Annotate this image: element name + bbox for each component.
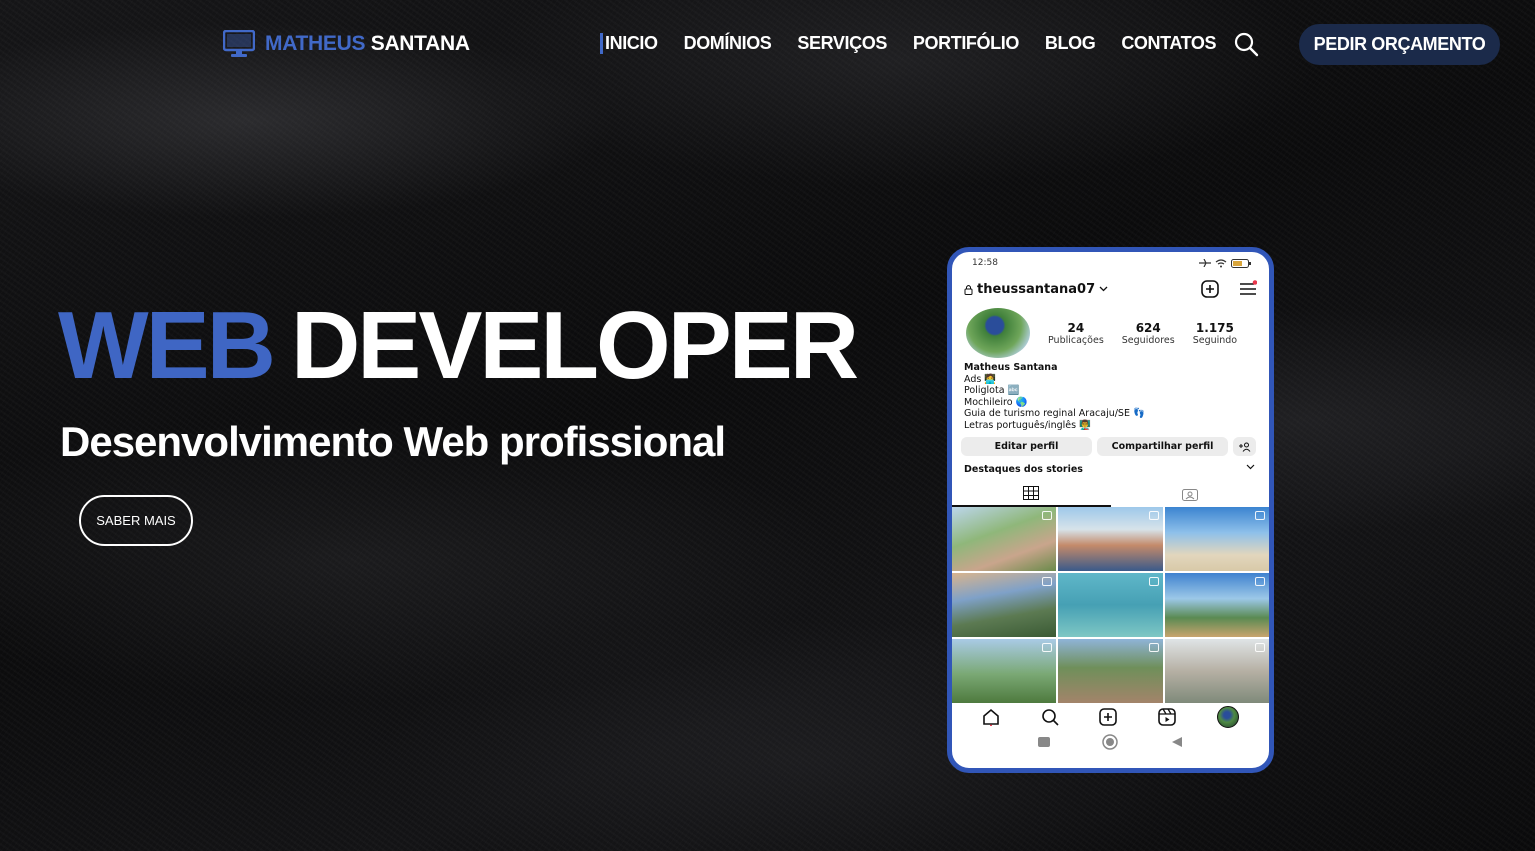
phone-profile-summary: 24 Publicações 624 Seguidores 1.175 Seguind… [952, 304, 1269, 358]
stat-followers[interactable]: 624 Seguidores [1122, 321, 1175, 346]
profile-tabs [952, 481, 1269, 507]
bio-line: Mochileiro 🌎 [964, 396, 1028, 408]
hero-title-accent: WEB [58, 292, 276, 399]
stat-value: 1.175 [1195, 320, 1234, 335]
nav-item-inicio[interactable]: INICIO [600, 33, 658, 54]
home-icon[interactable] [982, 708, 1000, 726]
stat-label: Seguindo [1192, 334, 1238, 346]
photo-thumbnail[interactable] [1058, 507, 1163, 571]
stat-label: Seguidores [1121, 334, 1175, 346]
tab-posts-grid[interactable] [952, 481, 1111, 507]
profile-actions: Editar perfil Compartilhar perfil [952, 431, 1269, 456]
battery-icon [1231, 258, 1251, 268]
logo-first-name: MATHEUS [265, 32, 366, 55]
photo-grid [952, 507, 1269, 703]
home-button-icon[interactable] [1102, 734, 1119, 750]
stat-value: 24 [1067, 320, 1085, 335]
request-quote-button[interactable]: PEDIR ORÇAMENTO [1299, 24, 1500, 65]
phone-profile-header: theussantana07 [952, 274, 1269, 304]
profile-avatar-tab[interactable] [1216, 706, 1239, 728]
share-profile-button[interactable]: Compartilhar perfil [1097, 437, 1228, 456]
edit-profile-button[interactable]: Editar perfil [961, 437, 1092, 456]
phone-username: theussantana07 [977, 281, 1096, 297]
bio-line: Poliglota 🔤 [964, 385, 1020, 396]
stat-posts[interactable]: 24 Publicações [1048, 321, 1104, 346]
chevron-down-icon [1246, 464, 1255, 470]
phone-mockup: 12:58 theussantana07 24 Publicações 624 Se… [947, 247, 1274, 773]
photo-thumbnail[interactable] [1058, 573, 1163, 637]
phone-username-row[interactable]: theussantana07 [964, 282, 1108, 297]
search-icon[interactable] [1041, 708, 1059, 726]
nav-item-portifolio[interactable]: PORTIFÓLIO [913, 33, 1019, 54]
photo-thumbnail[interactable] [952, 573, 1057, 637]
create-post-icon[interactable] [1099, 708, 1118, 726]
photo-thumbnail[interactable] [1164, 573, 1269, 637]
highlights-label: Destaques dos stories [964, 464, 1083, 475]
stat-value: 624 [1135, 320, 1161, 335]
bio-line: Letras português/inglês 👨‍🏫 [964, 419, 1091, 431]
photo-thumbnail[interactable] [1164, 639, 1269, 703]
bio-line: Ads 🧑‍💻 [964, 373, 997, 385]
lock-icon [964, 284, 973, 295]
hero-subtitle: Desenvolvimento Web profissional [60, 418, 726, 465]
nav-item-dominios[interactable]: DOMÍNIOS [684, 33, 772, 54]
site-logo[interactable]: MATHEUS SANTANA [223, 30, 470, 58]
profile-stats: 24 Publicações 624 Seguidores 1.175 Seguind… [1048, 321, 1237, 346]
main-nav: INICIO DOMÍNIOS SERVIÇOS PORTIFÓLIO BLOG… [600, 33, 1217, 54]
menu-icon[interactable] [1239, 280, 1257, 298]
phone-header-actions [1201, 280, 1257, 298]
search-icon[interactable] [1233, 31, 1259, 57]
monitor-icon [223, 30, 255, 57]
hero-title-main: DEVELOPER [290, 292, 859, 399]
hero-title: WEB DEVELOPER [58, 298, 859, 394]
add-post-icon[interactable] [1201, 280, 1219, 298]
nav-item-servicos[interactable]: SERVIÇOS [797, 33, 887, 54]
wifi-icon [1215, 258, 1227, 267]
discover-people-button[interactable] [1233, 437, 1256, 456]
nav-item-contatos[interactable]: CONTATOS [1121, 33, 1216, 54]
tagged-photo-icon [1181, 489, 1198, 501]
profile-avatar[interactable] [966, 308, 1030, 358]
nav-item-blog[interactable]: BLOG [1045, 33, 1096, 54]
add-person-icon [1238, 442, 1250, 452]
grid-icon [1023, 486, 1040, 500]
reels-icon[interactable] [1158, 708, 1176, 726]
back-icon[interactable] [1171, 736, 1183, 748]
logo-text: MATHEUS SANTANA [265, 32, 470, 56]
stat-following[interactable]: 1.175 Seguindo [1193, 321, 1237, 346]
recent-apps-icon[interactable] [1038, 737, 1051, 747]
tab-tagged[interactable] [1111, 481, 1270, 507]
photo-thumbnail[interactable] [1164, 507, 1269, 571]
phone-time: 12:58 [972, 258, 998, 268]
phone-status-bar: 12:58 [952, 252, 1269, 274]
photo-thumbnail[interactable] [952, 639, 1057, 703]
logo-last-name: SANTANA [370, 32, 470, 55]
airplane-icon [1199, 259, 1211, 267]
bio-line: Guia de turismo reginal Aracaju/SE 👣 [964, 408, 1145, 419]
bio-name: Matheus Santana [964, 362, 1058, 373]
profile-bio: Matheus Santana Ads 🧑‍💻 Poliglota 🔤 Moch… [952, 358, 1269, 431]
stat-label: Publicações [1048, 334, 1104, 346]
learn-more-button[interactable]: SABER MAIS [79, 495, 193, 546]
photo-thumbnail[interactable] [952, 507, 1057, 571]
chevron-down-icon [1099, 286, 1108, 292]
phone-bottom-nav [952, 703, 1269, 731]
story-highlights[interactable]: Destaques dos stories [952, 456, 1269, 475]
photo-thumbnail[interactable] [1058, 639, 1163, 703]
status-icons [1199, 258, 1251, 268]
android-nav-bar [952, 731, 1269, 753]
